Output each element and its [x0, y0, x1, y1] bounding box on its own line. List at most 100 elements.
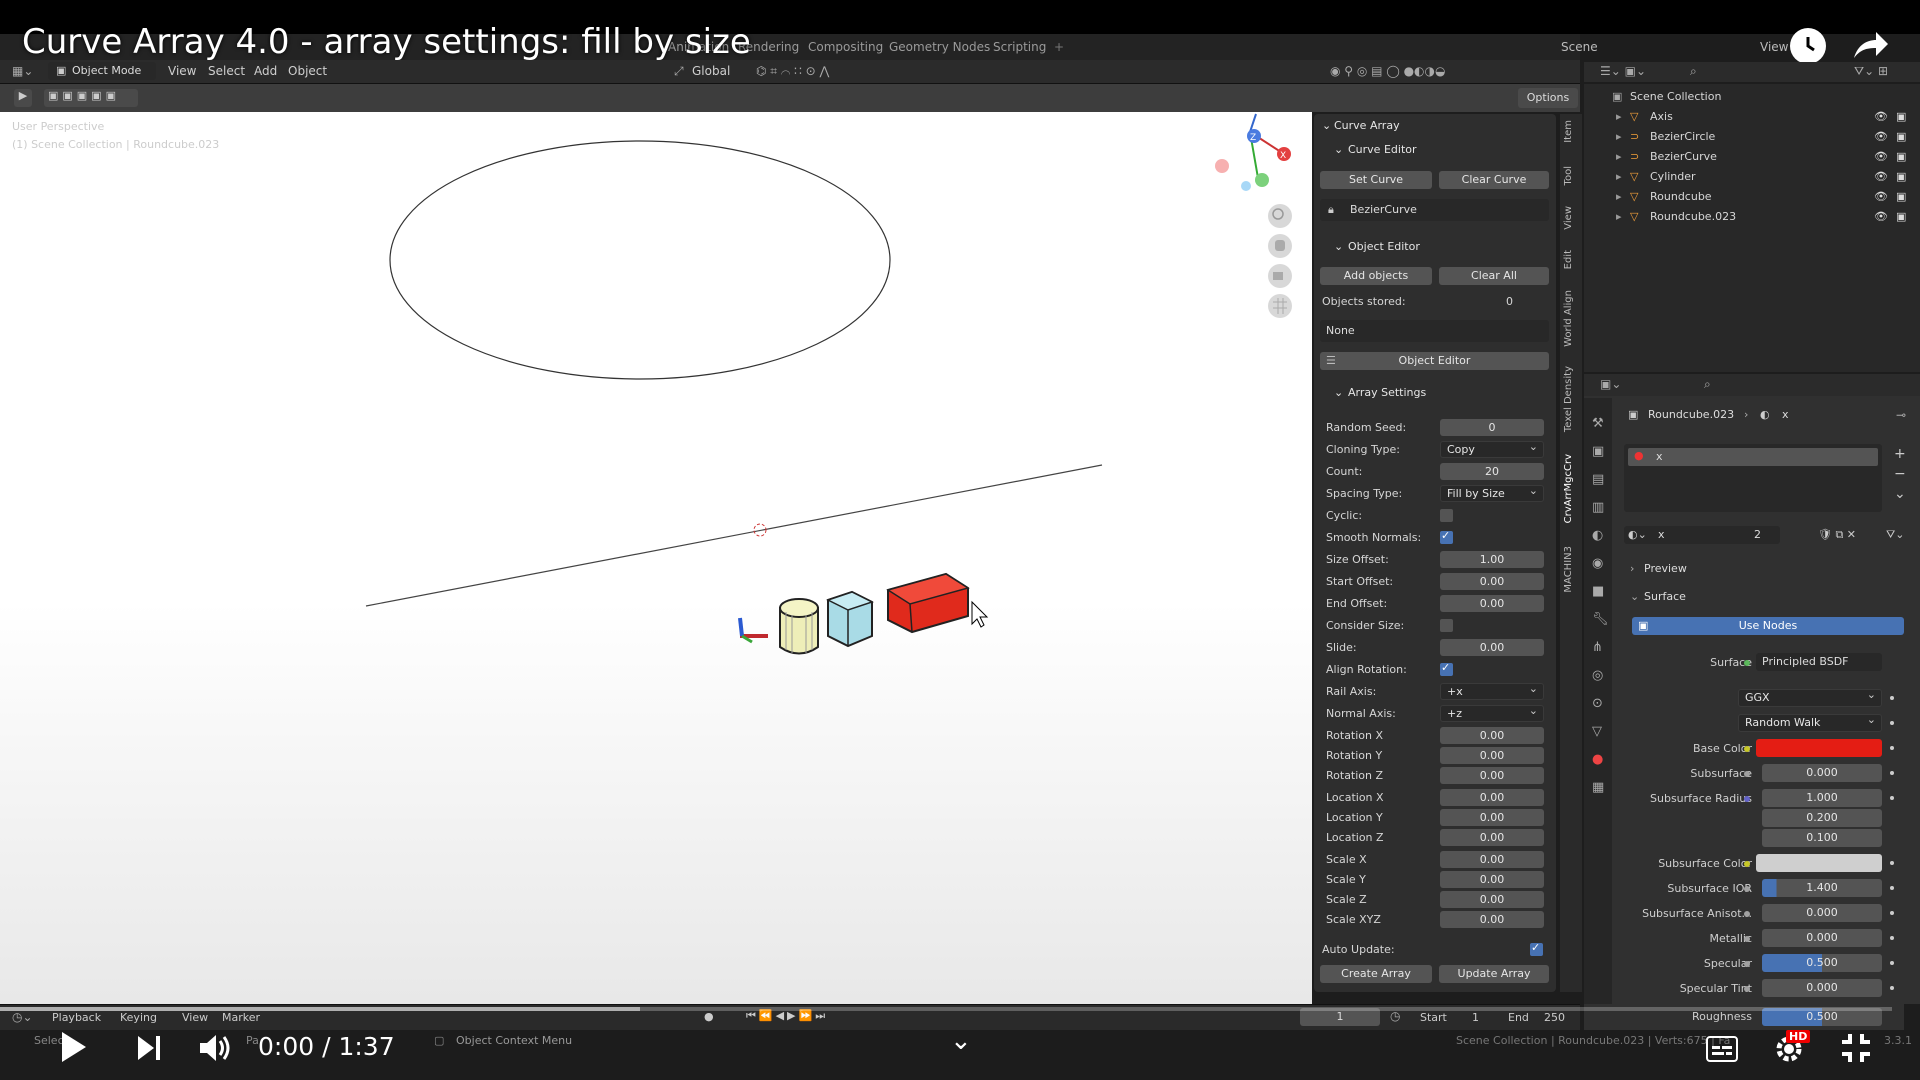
play-icon[interactable] [58, 1030, 88, 1067]
scale-z-field[interactable]: 0.00 [1440, 891, 1544, 908]
subsurface-field[interactable]: 0.000 [1762, 764, 1882, 782]
menu-select[interactable]: Select [208, 64, 245, 78]
set-curve-button[interactable]: Set Curve [1320, 171, 1432, 189]
chevron-down-icon[interactable]: ⌄ [950, 1026, 972, 1056]
volume-icon[interactable] [198, 1032, 234, 1067]
chevron-down-icon[interactable]: ⌄ [1334, 240, 1343, 253]
subsurface-radius-z[interactable]: 0.100 [1762, 829, 1882, 847]
fullscreen-exit-icon[interactable] [1840, 1032, 1872, 1067]
keyframe-dot-icon[interactable] [1890, 771, 1894, 775]
scene-name[interactable]: Scene [1561, 40, 1598, 54]
count-field[interactable]: 20 [1440, 463, 1544, 480]
smooth-normals-checkbox[interactable] [1440, 529, 1453, 544]
chevron-down-icon[interactable]: ⌄ [1334, 143, 1343, 156]
surface-shader-field[interactable]: Principled BSDF [1756, 653, 1882, 671]
chevron-down-icon[interactable]: ⌄ [1322, 119, 1331, 132]
normal-axis-dropdown[interactable]: +z [1440, 703, 1544, 722]
tab-world-align[interactable]: World Align [1563, 290, 1574, 347]
eye-icon[interactable]: 👁︎ [1874, 190, 1888, 203]
watch-later-icon[interactable] [1790, 28, 1826, 64]
location-z-field[interactable]: 0.00 [1440, 829, 1544, 846]
roundcube-blue[interactable] [826, 590, 874, 648]
clear-all-button[interactable]: Clear All [1439, 267, 1549, 285]
keyframe-dot-icon[interactable] [1890, 796, 1894, 800]
preview-section[interactable]: Preview [1644, 562, 1687, 575]
eye-icon[interactable]: 👁︎ [1874, 130, 1888, 143]
camera-icon[interactable]: ▣ [1896, 110, 1906, 123]
subsurface-aniso-field[interactable]: 0.000 [1762, 904, 1882, 922]
camera-icon[interactable]: ▣ [1896, 170, 1906, 183]
select-mode-icons[interactable]: ▣▣▣▣▣ [44, 89, 138, 107]
pan-hand-icon[interactable] [1268, 234, 1292, 258]
subsurface-method-dropdown[interactable]: Random Walk [1738, 712, 1882, 732]
start-offset-field[interactable]: 0.00 [1440, 573, 1544, 590]
clear-curve-button[interactable]: Clear Curve [1439, 171, 1549, 189]
filter-icon[interactable]: ⛛⌄ ⊞ [1854, 64, 1888, 79]
timeline-editor-icon[interactable]: ◷⌄ [12, 1010, 33, 1024]
location-y-field[interactable]: 0.00 [1440, 809, 1544, 826]
slot-add-remove-icons[interactable]: + − ⌄ [1894, 444, 1906, 504]
outliner-item-roundcube[interactable]: ▸ ▽ Roundcube 👁︎ ▣ [1584, 190, 1920, 210]
cylinder-object[interactable] [779, 598, 819, 655]
rotation-z-field[interactable]: 0.00 [1440, 767, 1544, 784]
axis-empty[interactable] [738, 617, 768, 644]
update-array-button[interactable]: Update Array [1439, 965, 1549, 983]
tab-tool[interactable]: Tool [1563, 166, 1574, 185]
metallic-field[interactable]: 0.000 [1762, 929, 1882, 947]
pin-icon[interactable]: ⊸ [1896, 408, 1906, 422]
properties-editor-icon[interactable]: ▣⌄ [1600, 377, 1621, 391]
spacing-type-dropdown[interactable]: Fill by Size [1440, 483, 1544, 502]
browse-material-icon[interactable]: ◐⌄ [1628, 528, 1647, 541]
camera-icon[interactable]: ▣ [1896, 150, 1906, 163]
clock-icon[interactable]: ◷ [1390, 1009, 1400, 1023]
outliner-item-roundcube-023[interactable]: ▸ ▽ Roundcube.023 👁︎ ▣ [1584, 210, 1920, 230]
outliner-item-axis[interactable]: ▸ ▽ Axis 👁︎ ▣ [1584, 110, 1920, 130]
add-workspace-icon[interactable]: + [1054, 40, 1064, 54]
tab-texel-density[interactable]: Texel Density [1563, 366, 1574, 432]
menu-marker[interactable]: Marker [222, 1011, 260, 1024]
rail-axis-dropdown[interactable]: +x [1440, 681, 1544, 700]
pivot-icon[interactable]: ⌬ ⌗ ⌒ ∷ ⊙ ⋀ [756, 64, 829, 79]
eye-icon[interactable]: 👁︎ [1874, 150, 1888, 163]
cyclic-checkbox[interactable] [1440, 509, 1453, 522]
object-editor-header[interactable]: Object Editor [1348, 240, 1420, 253]
outliner-item-beziercircle[interactable]: ▸ ⊃ BezierCircle 👁︎ ▣ [1584, 130, 1920, 150]
eye-icon[interactable]: 👁︎ [1874, 210, 1888, 223]
menu-add[interactable]: Add [254, 64, 277, 78]
material-action-icons[interactable]: 🛡︎ ⧉ ✕ [1818, 528, 1856, 542]
chevron-down-icon[interactable]: ⌄ [1630, 590, 1639, 603]
keyframe-dot-icon[interactable] [1890, 961, 1894, 965]
expand-icon[interactable]: ▸ [1616, 150, 1622, 163]
tab-edit[interactable]: Edit [1563, 250, 1574, 269]
tab-item[interactable]: Item [1563, 120, 1574, 143]
end-offset-field[interactable]: 0.00 [1440, 595, 1544, 612]
next-icon[interactable] [136, 1034, 164, 1065]
objects-list[interactable]: None [1320, 320, 1549, 342]
bezier-curve[interactable] [365, 464, 1103, 607]
material-slot-selected[interactable]: ● x [1628, 448, 1878, 466]
expand-icon[interactable]: ▸ [1616, 190, 1622, 203]
specular-field[interactable]: 0.500 [1762, 954, 1882, 972]
location-x-field[interactable]: 0.00 [1440, 789, 1544, 806]
menu-object[interactable]: Object [288, 64, 327, 78]
end-field[interactable]: 250 [1544, 1011, 1565, 1024]
ortho-grid-icon[interactable] [1268, 294, 1292, 318]
random-seed-field[interactable]: 0 [1440, 419, 1544, 436]
menu-view[interactable]: View [168, 64, 196, 78]
slide-field[interactable]: 0.00 [1440, 639, 1544, 656]
filter-icon[interactable]: ⛛⌄ [1886, 528, 1904, 542]
tab-geometry-nodes[interactable]: Geometry Nodes [889, 40, 990, 54]
eye-icon[interactable]: 👁︎ [1874, 170, 1888, 183]
expand-icon[interactable]: ▸ [1616, 130, 1622, 143]
keyframe-dot-icon[interactable] [1890, 721, 1894, 725]
outliner-root[interactable]: ▣ Scene Collection [1584, 90, 1920, 110]
base-color-swatch[interactable] [1756, 739, 1882, 757]
bezier-circle[interactable] [389, 140, 891, 380]
material-selector[interactable]: ◐⌄ x 2 [1624, 526, 1780, 544]
playback-controls-icons[interactable]: ⏮⏪◀▶⏩⏭ [746, 1009, 828, 1023]
camera-view-icon[interactable] [1268, 264, 1292, 288]
create-array-button[interactable]: Create Array [1320, 965, 1432, 983]
object-editor-button[interactable]: ☰ Object Editor [1320, 352, 1549, 370]
keyframe-dot-icon[interactable] [1890, 911, 1894, 915]
expand-icon[interactable]: ▸ [1616, 210, 1622, 223]
